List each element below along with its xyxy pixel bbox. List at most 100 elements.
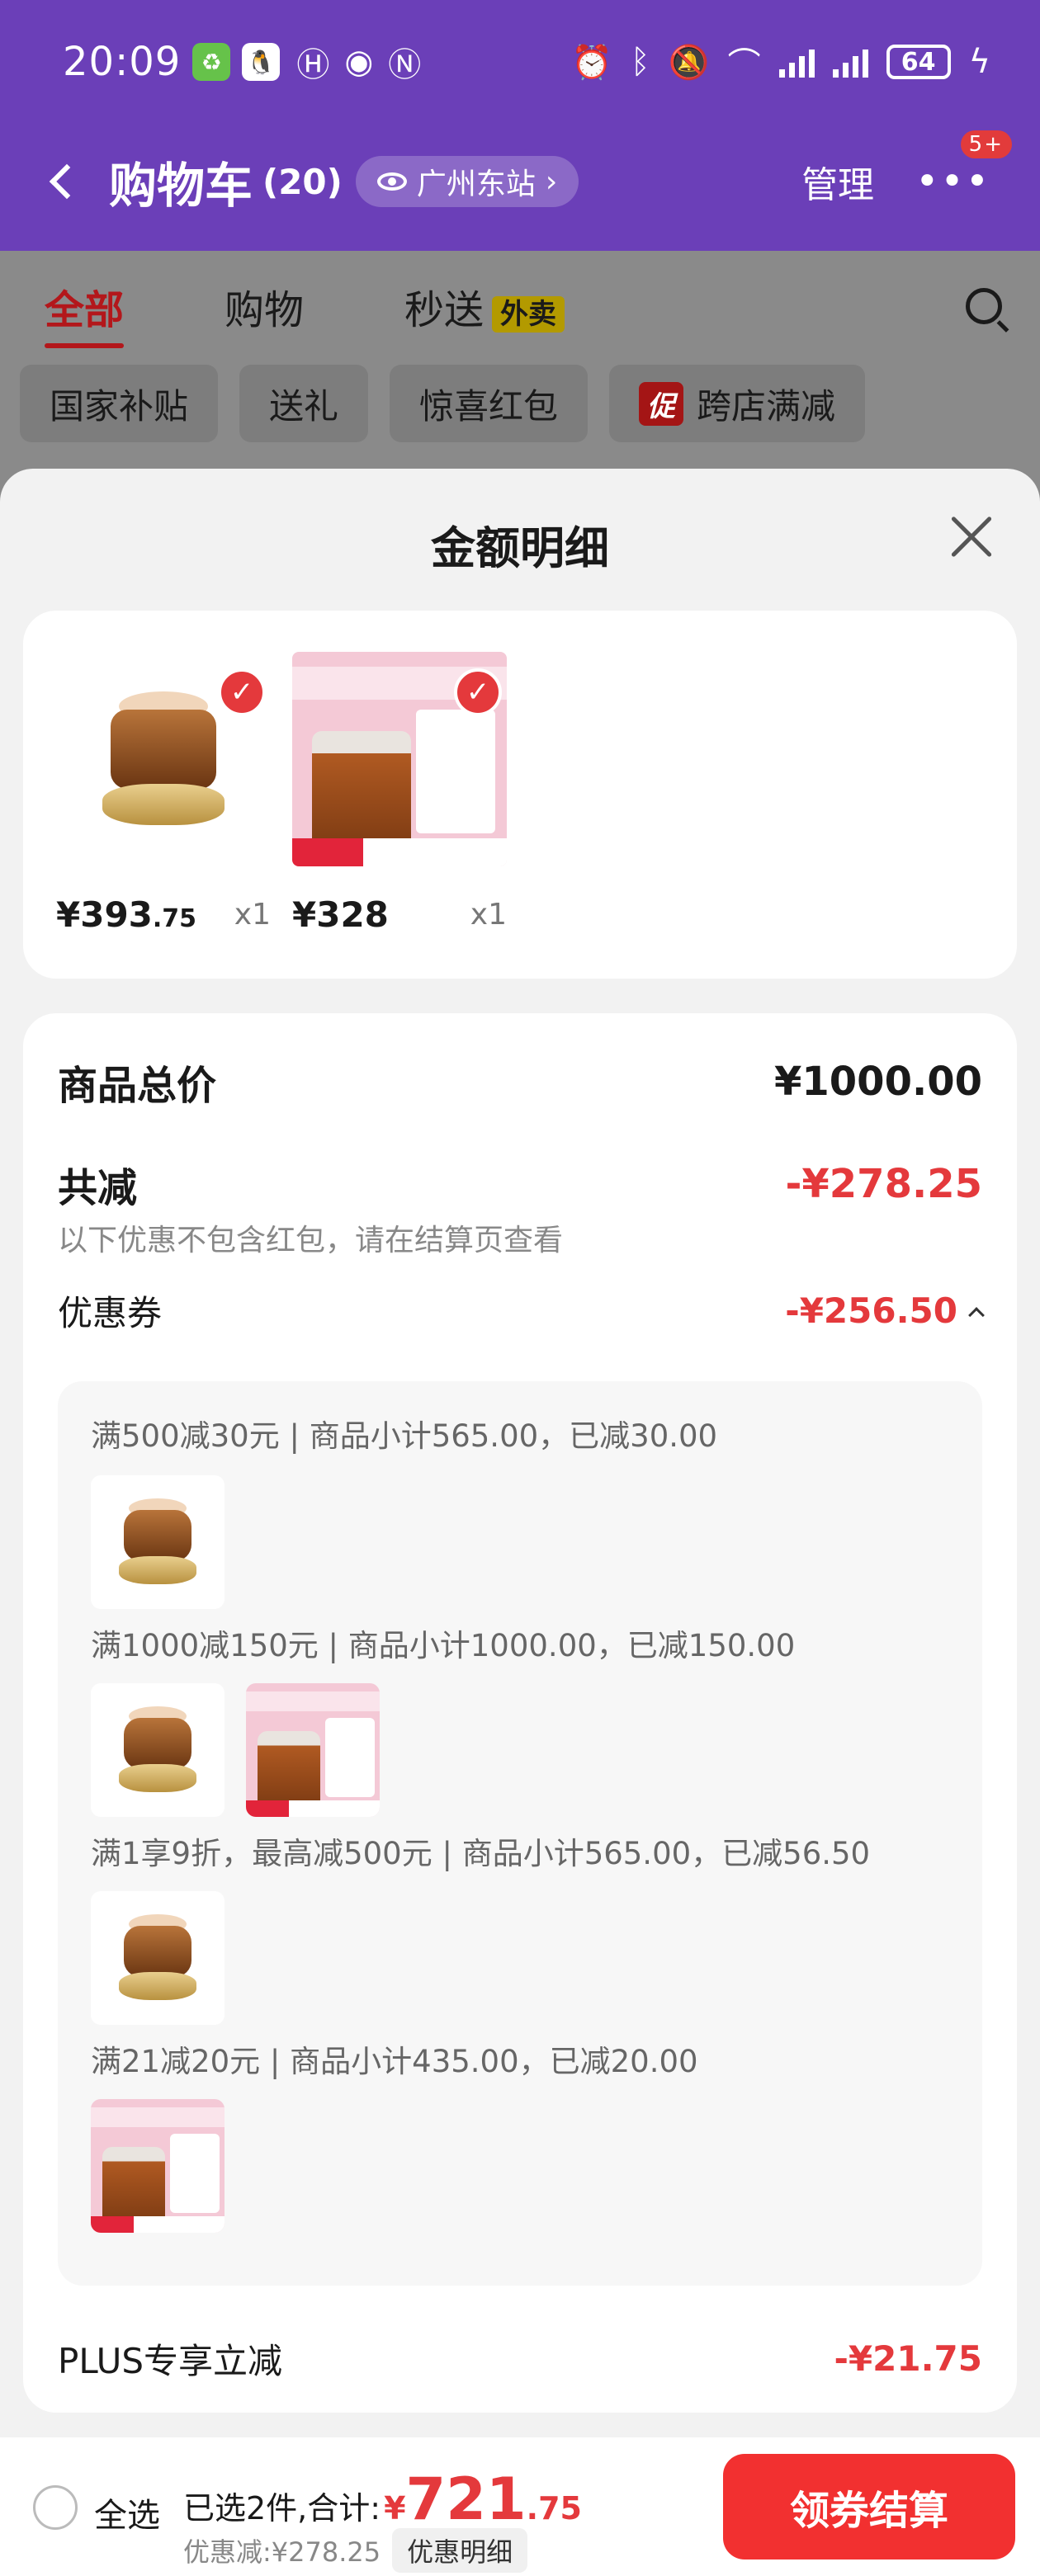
coupon-product-thumb (91, 2099, 225, 2233)
battery-level: 64 (901, 47, 936, 77)
selected-count-text: 已选2件,合计: (183, 2490, 381, 2526)
coupon-product-thumb (246, 1683, 380, 1817)
back-icon[interactable] (49, 163, 85, 200)
coupon-product-thumb (91, 1891, 225, 2025)
close-icon[interactable] (944, 512, 995, 563)
jar-body-shape (111, 710, 216, 789)
product-qty: x1 (234, 898, 271, 932)
coupon-value-wrap: -¥256.50 (785, 1290, 985, 1331)
chip-national-subsidy[interactable]: 国家补贴 (20, 365, 219, 442)
cart-count: (20) (262, 161, 343, 202)
selected-products-card: ✓ ¥393.75 x1 ✓ ¥328 x1 (23, 611, 1017, 979)
tab-all[interactable]: 全部 (45, 277, 125, 348)
more-dots-icon: ••• (915, 158, 990, 205)
status-left-icons: Ⓗ ◉ Ⓝ (296, 38, 421, 86)
app-notification-icon: ♻ (192, 43, 231, 81)
coupon-line: 满500减30元 | 商品小计565.00，已减30.00 (91, 1418, 718, 1454)
ad-price-tag-shape (292, 838, 363, 866)
tab-express[interactable]: 秒送 外卖 (404, 277, 565, 335)
total-price-value: ¥1000.00 (773, 1059, 982, 1105)
cart-filter-area: 全部 购物 秒送 外卖 国家补贴 送礼 惊喜红包 促 跨店满减 (0, 251, 1040, 479)
total-price-label: 商品总价 (58, 1063, 217, 1109)
product-price: ¥393.75 (56, 894, 196, 935)
status-right-icons: ⏰ ᛒ 🔕 ⌒ 64 ϟ (571, 38, 990, 86)
discount-summary: 优惠减:¥278.25 优惠明细 (183, 2528, 528, 2573)
tab-express-label: 秒送 (404, 287, 485, 333)
chip-surprise-redpacket[interactable]: 惊喜红包 (390, 365, 589, 442)
amount-detail-sheet: 金额明细 ✓ ¥393.75 x1 ✓ ¥328 x1 商品总价 ¥1000.0… (0, 469, 1040, 2437)
coupon-row[interactable]: 优惠券 -¥256.50 (58, 1286, 985, 1336)
coupon-product-thumb (91, 1683, 225, 1817)
product-price-dec: .75 (152, 904, 197, 933)
jar-base-shape (119, 1556, 196, 1584)
chip-gift[interactable]: 送礼 (239, 365, 369, 442)
coupon-value: -¥256.50 (785, 1290, 957, 1331)
ad-panel-shape (416, 710, 495, 833)
ad-headline-shape (91, 2107, 225, 2127)
product-image: ✓ (292, 652, 507, 866)
sheet-title: 金额明细 (431, 522, 609, 574)
notification-badge: 5+ (960, 130, 1012, 158)
nfc-icon: Ⓝ (388, 46, 422, 84)
selected-summary: 已选2件,合计: ¥ 721 .75 (183, 2470, 582, 2528)
tab-shopping[interactable]: 购物 (225, 277, 304, 335)
total-reduction-value: -¥278.25 (785, 1161, 982, 1207)
bottle-shape (312, 731, 411, 855)
location-pill[interactable]: 广州东站 › (355, 156, 579, 207)
discount-text: 优惠减:¥278.25 (183, 2536, 381, 2568)
plus-discount-row: PLUS专享立减 -¥21.75 (58, 2333, 982, 2384)
discount-detail-button[interactable]: 优惠明细 (392, 2528, 528, 2573)
jar-body-shape (124, 1718, 191, 1769)
coupon-product-thumb (91, 1475, 225, 1609)
more-menu-button[interactable]: ••• 5+ (915, 130, 1012, 205)
wifi-icon: ⌒ (727, 46, 761, 84)
chevron-up-icon[interactable] (968, 1307, 985, 1323)
status-bar: 20:09 ♻ 🐧 Ⓗ ◉ Ⓝ ⏰ ᛒ 🔕 ⌒ 64 ϟ (0, 0, 1040, 124)
bottle-shape (258, 1731, 320, 1810)
product-price-int: ¥328 (292, 894, 389, 935)
chip-cross-store-label: 跨店满减 (697, 385, 836, 427)
price-breakdown-card: 商品总价 ¥1000.00 共减 -¥278.25 以下优惠不包含红包，请在结算… (23, 1013, 1017, 2413)
select-all-label[interactable]: 全选 (94, 2489, 160, 2536)
select-all-radio[interactable] (33, 2485, 78, 2530)
takeout-tag: 外卖 (492, 296, 565, 333)
manage-button[interactable]: 管理 (801, 155, 874, 208)
total-integer: 721 (405, 2465, 527, 2533)
checked-icon: ✓ (454, 668, 502, 716)
nav-bar: 购物车 (20) 广州东站 › 管理 ••• 5+ (0, 130, 1040, 231)
coupon-label: 优惠券 (58, 1293, 163, 1333)
signal-icon-2 (832, 46, 868, 78)
total-decimal: .75 (526, 2490, 582, 2526)
search-icon[interactable] (966, 288, 1002, 324)
checked-icon: ✓ (218, 668, 266, 716)
ad-headline-shape (246, 1691, 380, 1711)
product-image: ✓ (56, 652, 271, 866)
product-price-int: ¥393 (56, 894, 153, 935)
product-item[interactable]: ✓ ¥393.75 x1 (56, 652, 271, 935)
ad-price-tag-shape (91, 2216, 134, 2233)
checkout-bar: 全选 已选2件,合计: ¥ 721 .75 优惠减:¥278.25 优惠明细 领… (0, 2437, 1040, 2576)
total-reduction-label: 共减 (58, 1165, 138, 1211)
chevron-right-icon: › (545, 164, 558, 199)
coupon-line: 满1享9折，最高减500元 | 商品小计565.00，已减56.50 (91, 1836, 871, 1871)
promo-tag: 促 (639, 381, 684, 426)
location-eye-icon (376, 172, 407, 191)
checkout-button[interactable]: 领券结算 (723, 2454, 1015, 2559)
qq-icon: 🐧 (242, 43, 281, 81)
coupon-line: 满21减20元 | 商品小计435.00，已减20.00 (91, 2044, 698, 2079)
jar-base-shape (119, 1764, 196, 1792)
eye-comfort-icon: ◉ (344, 43, 374, 81)
tabs-row: 全部 购物 秒送 外卖 (45, 269, 1002, 348)
jar-base-shape (102, 784, 225, 825)
chip-cross-store-discount[interactable]: 促 跨店满减 (609, 365, 866, 442)
product-item[interactable]: ✓ ¥328 x1 (292, 652, 507, 935)
battery-icon: 64 (886, 45, 951, 79)
charging-icon: ϟ (968, 43, 990, 81)
ad-price-tag-shape (246, 1800, 289, 1817)
data-saver-icon: Ⓗ (296, 46, 330, 84)
jar-body-shape (124, 1926, 191, 1977)
product-price: ¥328 (292, 894, 389, 935)
total-price-row: 商品总价 ¥1000.00 (58, 1053, 982, 1111)
mute-icon: 🔕 (668, 43, 710, 82)
total-reduction-row: 共减 -¥278.25 (58, 1155, 982, 1213)
